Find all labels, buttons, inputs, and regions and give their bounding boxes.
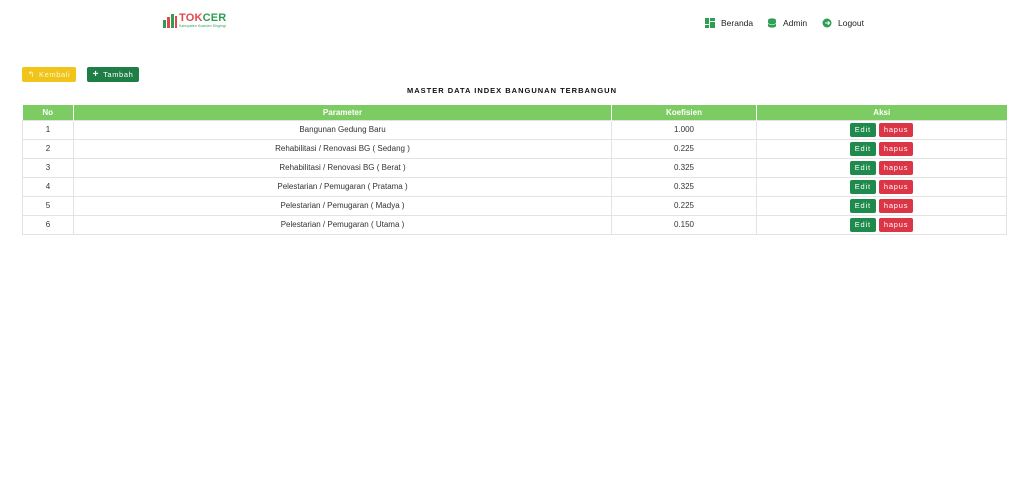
back-arrow-icon: ↰ — [27, 70, 35, 79]
delete-button[interactable]: hapus — [878, 198, 914, 213]
cell-parameter: Rehabilitasi / Renovasi BG ( Berat ) — [73, 157, 612, 178]
top-navbar: TOKCER Kabupaten Kuantan Singingi Berand… — [0, 0, 1024, 44]
cell-parameter: Pelestarian / Pemugaran ( Madya ) — [73, 195, 612, 216]
table-header-row: No Parameter Koefisien Aksi — [22, 105, 1007, 120]
cell-no: 4 — [22, 176, 74, 197]
nav-admin[interactable]: Admin — [767, 16, 807, 30]
edit-button[interactable]: Edit — [849, 198, 876, 213]
add-button[interactable]: + Tambah — [87, 67, 139, 82]
logout-icon — [822, 18, 832, 28]
cell-koefisien: 0.150 — [611, 214, 757, 235]
cell-parameter: Pelestarian / Pemugaran ( Utama ) — [73, 214, 612, 235]
delete-button[interactable]: hapus — [878, 122, 914, 137]
edit-button[interactable]: Edit — [849, 160, 876, 175]
table-row: 6 Pelestarian / Pemugaran ( Utama ) 0.15… — [22, 214, 1007, 235]
cell-parameter: Bangunan Gedung Baru — [73, 119, 612, 140]
column-header-parameter: Parameter — [73, 105, 612, 120]
edit-button[interactable]: Edit — [849, 122, 876, 137]
edit-button[interactable]: Edit — [849, 141, 876, 156]
nav-admin-label: Admin — [783, 18, 808, 28]
column-header-aksi: Aksi — [756, 105, 1007, 120]
cell-no: 2 — [22, 138, 74, 159]
cell-koefisien: 0.225 — [611, 138, 757, 159]
cell-aksi: Edit hapus — [756, 119, 1007, 140]
column-header-no: No — [22, 105, 74, 120]
cell-aksi: Edit hapus — [756, 157, 1007, 178]
delete-button[interactable]: hapus — [878, 179, 914, 194]
dashboard-grid-icon — [705, 18, 715, 28]
delete-button[interactable]: hapus — [878, 141, 914, 156]
table-row: 4 Pelestarian / Pemugaran ( Pratama ) 0.… — [22, 176, 1007, 197]
edit-button[interactable]: Edit — [849, 217, 876, 232]
table-row: 5 Pelestarian / Pemugaran ( Madya ) 0.22… — [22, 195, 1007, 216]
add-button-label: Tambah — [103, 70, 134, 79]
cell-no: 6 — [22, 214, 74, 235]
cell-no: 5 — [22, 195, 74, 216]
data-table: No Parameter Koefisien Aksi 1 Bangunan G… — [22, 105, 1007, 235]
database-icon — [767, 18, 777, 28]
nav-logout[interactable]: Logout — [822, 16, 864, 30]
cell-parameter: Rehabilitasi / Renovasi BG ( Sedang ) — [73, 138, 612, 159]
table-row: 2 Rehabilitasi / Renovasi BG ( Sedang ) … — [22, 138, 1007, 159]
column-header-koefisien: Koefisien — [611, 105, 757, 120]
main-nav: Beranda Admin Logout — [0, 16, 1024, 30]
nav-logout-label: Logout — [838, 18, 864, 28]
cell-no: 1 — [22, 119, 74, 140]
cell-koefisien: 0.325 — [611, 176, 757, 197]
cell-koefisien: 0.325 — [611, 157, 757, 178]
page-title: MASTER DATA INDEX BANGUNAN TERBANGUN — [406, 86, 618, 95]
delete-button[interactable]: hapus — [878, 160, 914, 175]
back-button-label: Kembali — [39, 70, 71, 79]
cell-koefisien: 0.225 — [611, 195, 757, 216]
cell-koefisien: 1.000 — [611, 119, 757, 140]
nav-beranda[interactable]: Beranda — [705, 16, 753, 30]
back-button[interactable]: ↰ Kembali — [22, 67, 76, 82]
table-row: 1 Bangunan Gedung Baru 1.000 Edit hapus — [22, 119, 1007, 140]
cell-no: 3 — [22, 157, 74, 178]
cell-aksi: Edit hapus — [756, 138, 1007, 159]
cell-aksi: Edit hapus — [756, 195, 1007, 216]
cell-aksi: Edit hapus — [756, 214, 1007, 235]
plus-icon: + — [92, 69, 100, 80]
nav-beranda-label: Beranda — [721, 18, 754, 28]
cell-aksi: Edit hapus — [756, 176, 1007, 197]
delete-button[interactable]: hapus — [878, 217, 914, 232]
cell-parameter: Pelestarian / Pemugaran ( Pratama ) — [73, 176, 612, 197]
table-row: 3 Rehabilitasi / Renovasi BG ( Berat ) 0… — [22, 157, 1007, 178]
edit-button[interactable]: Edit — [849, 179, 876, 194]
